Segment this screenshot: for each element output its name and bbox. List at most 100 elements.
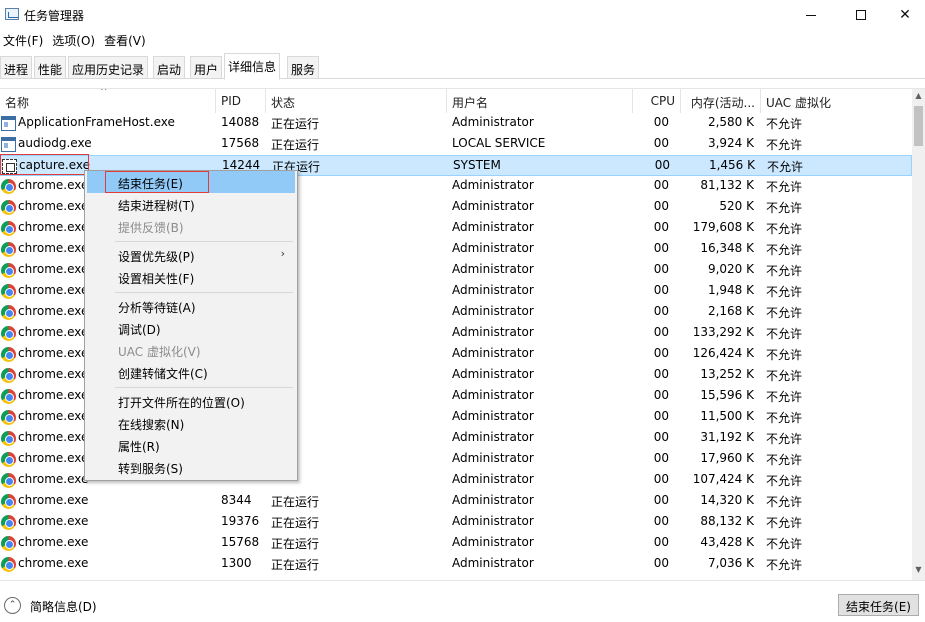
- process-uac: 不允许: [766, 369, 803, 383]
- column-header-cpu[interactable]: CPU: [633, 89, 681, 113]
- window-title: 任务管理器: [24, 9, 85, 23]
- scroll-down-icon[interactable]: ▼: [912, 565, 925, 579]
- table-row[interactable]: audiodg.exe 17568 正在运行 LOCAL SERVICE 00 3,924…: [0, 134, 912, 155]
- vertical-scrollbar[interactable]: ▲ ▼: [912, 89, 925, 580]
- table-row[interactable]: chrome.exe 15768 正在运行 Administrator 00 43,428…: [0, 533, 912, 554]
- process-user: Administrator: [452, 241, 534, 255]
- context-menu-item[interactable]: 设置相关性(F): [87, 266, 295, 288]
- menu-options[interactable]: 选项(O): [49, 30, 99, 50]
- tab-users[interactable]: 用户: [190, 56, 223, 79]
- column-header-pid[interactable]: PID: [216, 89, 266, 113]
- context-menu-item[interactable]: 创建转储文件(C): [87, 361, 295, 383]
- process-uac: 不允许: [766, 201, 803, 215]
- scroll-up-icon[interactable]: ▲: [912, 91, 925, 105]
- process-name: chrome.exe: [18, 493, 89, 507]
- table-row[interactable]: ApplicationFrameHost.exe 14088 正在运行 Adminis…: [0, 113, 912, 134]
- highlight-outline: [105, 171, 209, 193]
- process-memory: 3,924 K: [707, 136, 754, 150]
- close-button[interactable]: ✕: [882, 0, 925, 30]
- process-user: Administrator: [452, 409, 534, 423]
- process-name: audiodg.exe: [18, 136, 92, 150]
- menu-view[interactable]: 查看(V): [101, 30, 150, 50]
- column-header-uac[interactable]: UAC 虚拟化: [761, 89, 860, 113]
- context-menu-item-label: 调试(D): [118, 323, 161, 337]
- column-header-user[interactable]: 用户名: [447, 89, 633, 113]
- status-bar: ⌃ 简略信息(D) 结束任务(E): [0, 580, 925, 622]
- table-row[interactable]: chrome.exe 8344 正在运行 Administrator 00 14,320 …: [0, 491, 912, 512]
- process-status: 正在运行: [271, 117, 320, 131]
- process-user: Administrator: [452, 115, 534, 129]
- process-cpu: 00: [653, 304, 669, 318]
- context-menu: 结束任务(E) 结束进程树(T) 提供反馈(B) 设置优先级(P) › 设置相关性(F) 分…: [84, 170, 298, 481]
- chrome-process-icon: [1, 368, 16, 383]
- process-uac: 不允许: [766, 474, 803, 488]
- process-user: Administrator: [452, 283, 534, 297]
- column-header-memory[interactable]: 内存(活动...: [681, 89, 761, 113]
- process-memory: 15,596 K: [700, 388, 754, 402]
- table-row[interactable]: chrome.exe 19376 正在运行 Administrator 00 88,132…: [0, 512, 912, 533]
- process-cpu: 00: [653, 346, 669, 360]
- menu-separator: [115, 387, 293, 388]
- table-row[interactable]: chrome.exe 1300 正在运行 Administrator 00 7,036 K…: [0, 554, 912, 575]
- context-menu-item[interactable]: 设置优先级(P) ›: [87, 244, 295, 266]
- column-header-name[interactable]: 名称 ^: [0, 89, 216, 113]
- process-cpu: 00: [653, 115, 669, 129]
- process-cpu: 00: [653, 241, 669, 255]
- process-cpu: 00: [653, 430, 669, 444]
- chrome-process-icon: [1, 179, 16, 194]
- process-uac: 不允许: [766, 495, 803, 509]
- context-menu-item[interactable]: 分析等待链(A): [87, 295, 295, 317]
- process-memory: 126,424 K: [692, 346, 754, 360]
- brief-info-link[interactable]: 简略信息(D): [30, 598, 97, 615]
- process-cpu: 00: [653, 556, 669, 570]
- maximize-icon: [856, 10, 866, 20]
- minimize-button[interactable]: [788, 0, 834, 30]
- tab-bar: 进程 性能 应用历史记录 启动 用户 详细信息 服务: [0, 53, 925, 80]
- context-menu-item-label: 转到服务(S): [118, 462, 183, 476]
- process-cpu: 00: [653, 325, 669, 339]
- context-menu-item[interactable]: 转到服务(S): [87, 456, 295, 478]
- process-name: ApplicationFrameHost.exe: [18, 115, 175, 129]
- maximize-button[interactable]: [838, 0, 884, 30]
- process-user: Administrator: [452, 178, 534, 192]
- process-cpu: 00: [653, 262, 669, 276]
- end-task-button[interactable]: 结束任务(E): [838, 594, 919, 616]
- tab-startup[interactable]: 启动: [153, 56, 186, 79]
- process-memory: 81,132 K: [700, 178, 754, 192]
- menu-file[interactable]: 文件(F): [0, 30, 47, 50]
- process-cpu: 00: [653, 199, 669, 213]
- context-menu-item[interactable]: 调试(D): [87, 317, 295, 339]
- process-cpu: 00: [653, 283, 669, 297]
- tab-performance[interactable]: 性能: [34, 56, 67, 79]
- chrome-process-icon: [1, 452, 16, 467]
- context-menu-item[interactable]: 打开文件所在的位置(O): [87, 390, 295, 412]
- process-cpu: 00: [653, 220, 669, 234]
- tab-services[interactable]: 服务: [287, 56, 320, 79]
- process-user: Administrator: [452, 451, 534, 465]
- scroll-thumb[interactable]: [914, 106, 923, 146]
- collapse-chevron-icon[interactable]: ⌃: [4, 597, 21, 614]
- context-menu-item[interactable]: 属性(R): [87, 434, 295, 456]
- chrome-process-icon: [1, 473, 16, 488]
- context-menu-item-label: 设置优先级(P): [118, 250, 195, 264]
- process-status: 正在运行: [271, 495, 320, 509]
- context-menu-item[interactable]: 在线搜索(N): [87, 412, 295, 434]
- chrome-process-icon: [1, 557, 16, 572]
- title-bar: 任务管理器 ✕: [0, 0, 925, 30]
- tab-processes[interactable]: 进程: [0, 56, 33, 79]
- process-pid: 17568: [221, 136, 260, 150]
- context-menu-item[interactable]: 结束进程树(T): [87, 193, 295, 215]
- process-memory: 2,580 K: [707, 115, 754, 129]
- process-uac: 不允许: [767, 160, 804, 174]
- context-menu-item-label: 属性(R): [118, 440, 160, 454]
- process-user: Administrator: [452, 388, 534, 402]
- context-menu-item-label: 在线搜索(N): [118, 418, 185, 432]
- column-header-status[interactable]: 状态: [266, 89, 447, 113]
- tab-app-history[interactable]: 应用历史记录: [68, 56, 149, 79]
- context-menu-item[interactable]: 结束任务(E): [87, 171, 295, 193]
- tab-details[interactable]: 详细信息: [224, 53, 281, 80]
- process-pid: 14088: [221, 115, 260, 129]
- process-pid: 1300: [221, 556, 252, 570]
- process-cpu: 00: [653, 535, 669, 549]
- process-memory: 1,456 K: [708, 158, 755, 172]
